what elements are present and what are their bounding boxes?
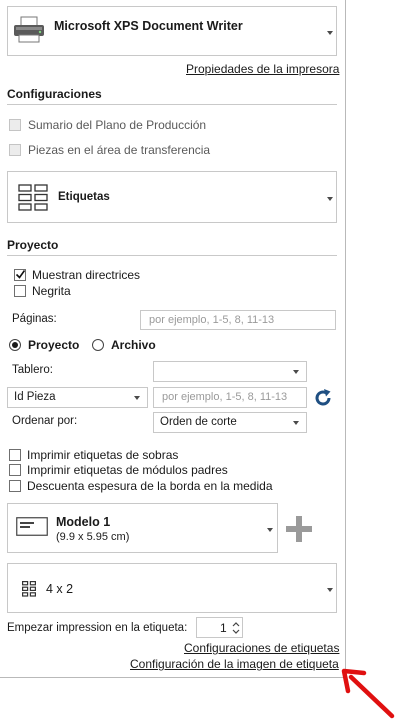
production-summary-checkbox[interactable]: [9, 119, 21, 131]
report-type-value: Etiquetas: [58, 191, 110, 203]
red-arrow-annotation: [341, 668, 395, 719]
chevron-down-icon: [293, 370, 299, 374]
start-position-label: Empezar impression en la etiqueta:: [7, 622, 188, 634]
board-label: Tablero:: [12, 364, 53, 376]
printer-name: Microsoft XPS Document Writer: [54, 19, 243, 33]
piece-id-value: Id Pieza: [14, 391, 56, 403]
printer-properties-link[interactable]: Propiedades de la impresora: [186, 62, 339, 76]
label-layout-select[interactable]: 4 x 2: [7, 563, 337, 613]
template-size: (9.9 x 5.95 cm): [56, 531, 130, 543]
printer-icon: [14, 16, 44, 43]
report-type-select[interactable]: Etiquetas: [7, 171, 337, 223]
clipboard-pieces-label: Piezas en el área de transferencia: [28, 143, 211, 157]
configuraciones-heading: Configuraciones: [7, 87, 102, 101]
chevron-down-icon: [134, 396, 140, 400]
piece-id-select[interactable]: Id Pieza: [7, 387, 148, 408]
refresh-icon[interactable]: [313, 388, 333, 408]
label-grid-icon: [18, 184, 48, 211]
edge-thickness-label: Descuenta espesura de la borda en la med…: [27, 479, 273, 493]
sort-label: Ordenar por:: [12, 415, 78, 427]
show-guides-label: Muestran directrices: [32, 268, 141, 282]
add-icon[interactable]: [286, 516, 312, 542]
printer-select[interactable]: Microsoft XPS Document Writer: [7, 6, 337, 56]
spinner-arrows-icon[interactable]: [232, 621, 240, 635]
label-template-select[interactable]: Modelo 1 (9.9 x 5.95 cm): [7, 503, 278, 553]
production-summary-label: Sumario del Plano de Producción: [28, 118, 207, 132]
chevron-down-icon: [327, 197, 333, 201]
radio-proyecto[interactable]: [9, 339, 21, 351]
radio-archivo[interactable]: [92, 339, 104, 351]
edge-thickness-checkbox[interactable]: [9, 480, 21, 492]
chevron-down-icon: [327, 588, 333, 592]
chevron-down-icon: [267, 528, 273, 532]
start-position-stepper[interactable]: 1: [196, 617, 243, 638]
piece-id-input[interactable]: por ejemplo, 1-5, 8, 11-13: [153, 387, 307, 408]
start-position-value: 1: [220, 621, 227, 635]
pages-label: Páginas:: [12, 313, 57, 325]
layout-grid-icon: [22, 581, 36, 597]
print-settings-panel: Microsoft XPS Document Writer Propiedade…: [0, 0, 346, 678]
label-image-settings-link[interactable]: Configuración de la imagen de etiqueta: [130, 657, 339, 671]
print-parent-module-labels-label: Imprimir etiquetas de módulos padres: [27, 463, 228, 477]
clipboard-pieces-checkbox[interactable]: [9, 144, 21, 156]
divider: [7, 255, 337, 256]
radio-proyecto-label: Proyecto: [28, 338, 80, 352]
label-settings-link[interactable]: Configuraciones de etiquetas: [184, 641, 339, 655]
chevron-down-icon: [327, 31, 333, 35]
checkmark-icon: [15, 270, 26, 279]
sort-select[interactable]: Orden de corte: [153, 412, 307, 433]
print-leftover-labels-checkbox[interactable]: [9, 449, 21, 461]
show-guides-checkbox[interactable]: [14, 269, 26, 281]
label-template-icon: [16, 517, 48, 536]
proyecto-heading: Proyecto: [7, 238, 59, 252]
sort-value: Orden de corte: [160, 416, 237, 428]
bold-label: Negrita: [32, 284, 71, 298]
print-leftover-labels-label: Imprimir etiquetas de sobras: [27, 448, 179, 462]
board-select[interactable]: [153, 361, 307, 382]
chevron-down-icon: [293, 421, 299, 425]
radio-archivo-label: Archivo: [111, 338, 156, 352]
pages-input[interactable]: por ejemplo, 1-5, 8, 11-13: [140, 310, 336, 330]
divider: [7, 104, 337, 105]
layout-value: 4 x 2: [46, 582, 74, 596]
bold-checkbox[interactable]: [14, 285, 26, 297]
print-parent-module-labels-checkbox[interactable]: [9, 464, 21, 476]
template-name: Modelo 1: [56, 515, 111, 529]
